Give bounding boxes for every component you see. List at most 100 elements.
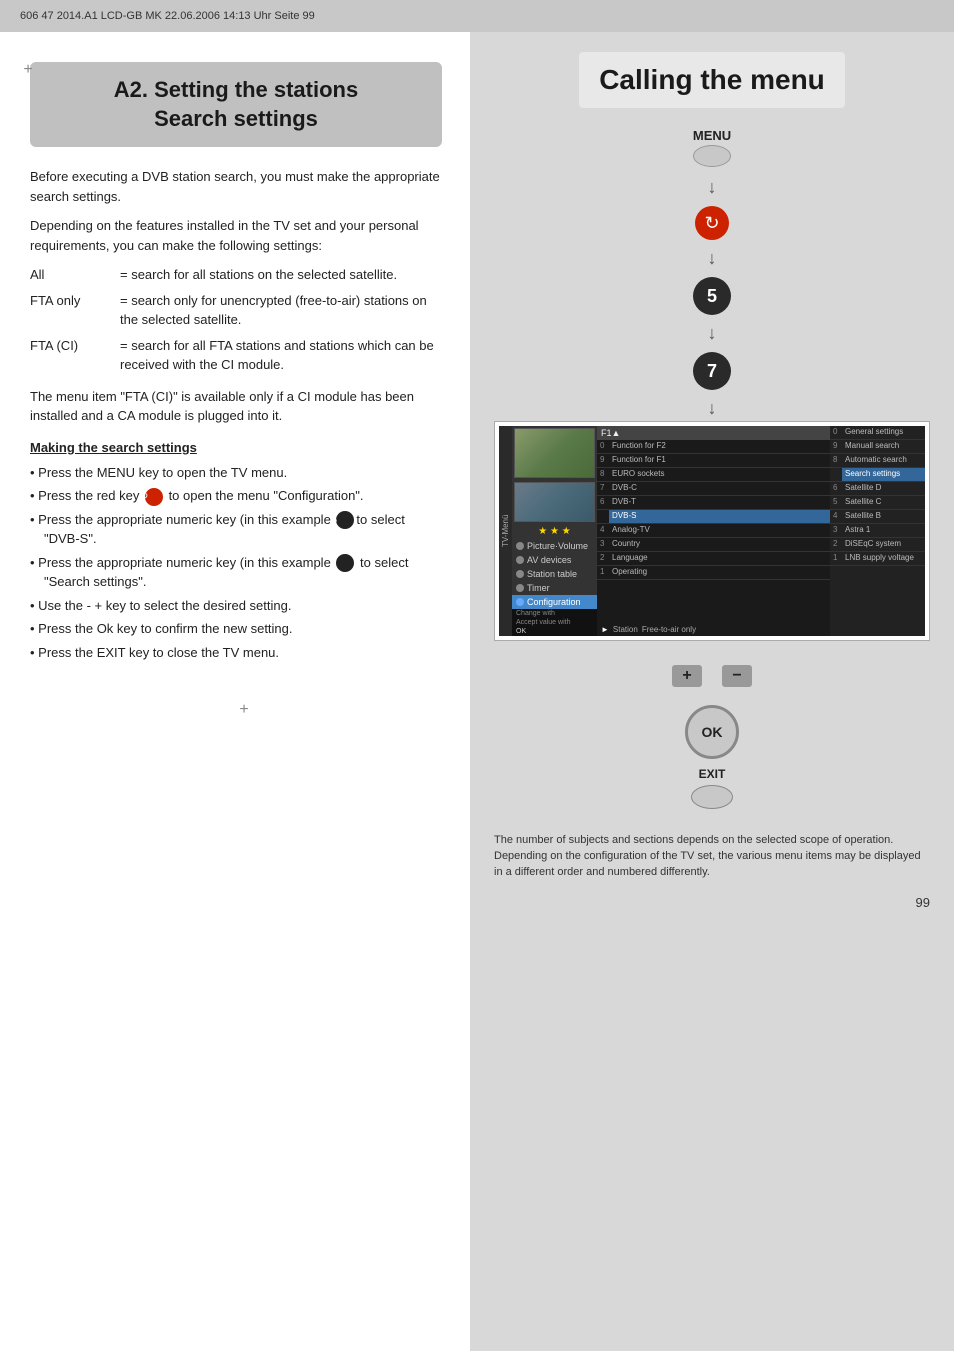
tv-sidebar-label-1: Picture·Volume — [527, 541, 588, 551]
tv-row-7: 7DVB-C — [597, 482, 830, 496]
ok-button[interactable]: OK — [685, 705, 739, 759]
tv-sidebar-av: AV devices — [512, 553, 597, 567]
instruction-bullets: Press the MENU key to open the TV menu. … — [30, 463, 442, 663]
tv-sidebar-items: Picture·Volume AV devices Station table — [512, 539, 597, 609]
page-number: 99 — [494, 895, 930, 910]
arrow-down-1: ↓ — [708, 177, 717, 198]
red-return-button[interactable]: ↻ — [695, 206, 729, 240]
arrow-down-3: ↓ — [708, 323, 717, 344]
tv-right-row-2: 2DiSEqC system — [830, 538, 925, 552]
footnote: The number of subjects and sections depe… — [494, 833, 930, 881]
def-desc-all: = search for all stations on the selecte… — [120, 265, 442, 285]
def-term-all: All — [30, 265, 120, 285]
tv-row-dvbs: DVB-S — [597, 510, 830, 524]
def-all: All = search for all stations on the sel… — [30, 265, 442, 285]
bullet-7: Press the EXIT key to close the TV menu. — [30, 643, 442, 663]
tv-row-6: 6DVB-T — [597, 496, 830, 510]
left-column: A2. Setting the stations Search settings… — [0, 32, 470, 1351]
header-text: 606 47 2014.A1 LCD-GB MK 22.06.2006 14:1… — [20, 10, 315, 22]
tv-footer-text2: Free-to-air only — [642, 625, 696, 634]
def-fta-only: FTA only = search only for unencrypted (… — [30, 291, 442, 330]
tv-menu-screenshot: TV-Menü ★ ★ ★ Picture·Volume — [494, 421, 930, 641]
menu-button-label: MENU — [693, 128, 731, 143]
def-term-fta-ci: FTA (CI) — [30, 336, 120, 356]
step5-button[interactable]: 5 — [693, 277, 731, 315]
tv-row-3: 3Country — [597, 538, 830, 552]
minus-button[interactable]: − — [722, 665, 752, 687]
tv-left-section: TV-Menü ★ ★ ★ Picture·Volume — [499, 426, 597, 636]
step7-button[interactable]: 7 — [693, 352, 731, 390]
tv-accept-row: Accept value with — [512, 618, 597, 627]
bullet-6: Press the Ok key to confirm the new sett… — [30, 619, 442, 639]
crosshair-tl — [20, 62, 36, 78]
tv-image-top — [514, 428, 595, 478]
arrow-down-2: ↓ — [708, 248, 717, 269]
intro-para1: Before executing a DVB station search, y… — [30, 167, 442, 206]
tv-footer-arrow: ► — [601, 625, 609, 634]
arrow-down-4: ↓ — [708, 398, 717, 419]
tv-ok-small: OK — [512, 627, 597, 636]
bullet-4: Press the appropriate numeric key (in th… — [30, 553, 442, 592]
tv-row-4: 4Analog-TV — [597, 524, 830, 538]
tv-sidebar-timer: Timer — [512, 581, 597, 595]
tv-sidebar-picture: Picture·Volume — [512, 539, 597, 553]
tv-right-row-search: Search settings — [830, 468, 925, 482]
tv-sidebar-label-5: Configuration — [527, 597, 581, 607]
calling-the-menu-title: Calling the menu — [579, 52, 845, 108]
tv-footer-text: Station — [613, 625, 638, 634]
crosshair-bottom — [236, 702, 252, 718]
tv-footer: ► Station Free-to-air only — [597, 623, 830, 636]
exit-button[interactable] — [691, 785, 733, 809]
num5-icon-inline: 5 — [336, 511, 354, 529]
num7-icon-inline: 7 — [336, 554, 354, 572]
plusminus-row: + − — [672, 665, 752, 687]
tv-right-row-8: 8Automatic search — [830, 454, 925, 468]
tv-right-row-0: 0General settings — [830, 426, 925, 440]
tv-sidebar-icon-4 — [516, 584, 524, 592]
bullet-2: Press the red key ↻ to open the menu "Co… — [30, 486, 442, 506]
tv-right-row-1: 1LNB supply voltage — [830, 552, 925, 566]
bullet-3: Press the appropriate numeric key (in th… — [30, 510, 442, 549]
plus-button[interactable]: + — [672, 665, 702, 687]
tv-image-bottom — [514, 482, 595, 522]
making-search-heading: Making the search settings — [30, 440, 442, 455]
bullet-5: Use the - + key to select the desired se… — [30, 596, 442, 616]
tv-top-bar: F1▲ — [597, 426, 830, 440]
tv-row-0: 0Function for F2 — [597, 440, 830, 454]
page-header: 606 47 2014.A1 LCD-GB MK 22.06.2006 14:1… — [0, 0, 954, 32]
tv-sidebar-config: Configuration — [512, 595, 597, 609]
menu-button[interactable] — [693, 145, 731, 167]
tv-right-row-4: 4Satellite B — [830, 510, 925, 524]
tv-right-row-9: 9Manuall search — [830, 440, 925, 454]
bullet-1: Press the MENU key to open the TV menu. — [30, 463, 442, 483]
tv-center-rows: 0Function for F2 9Function for F1 8EURO … — [597, 440, 830, 623]
tv-left-panel: ★ ★ ★ Picture·Volume AV devices — [512, 426, 597, 636]
tv-top-bar-label: F1▲ — [601, 428, 620, 438]
tv-row-2: 2Language — [597, 552, 830, 566]
tv-menu-vertical-label: TV-Menü — [499, 426, 512, 636]
exit-label: EXIT — [699, 767, 726, 781]
def-fta-ci: FTA (CI) = search for all FTA stations a… — [30, 336, 442, 375]
tv-row-9: 9Function for F1 — [597, 454, 830, 468]
tv-right-row-5: 5Satellite C — [830, 496, 925, 510]
section-title-box: A2. Setting the stations Search settings — [30, 62, 442, 147]
tv-change-row: Change with — [512, 609, 597, 618]
tv-sidebar-station: Station table — [512, 567, 597, 581]
red-key-icon: ↻ — [145, 488, 163, 506]
tv-sidebar-label-2: AV devices — [527, 555, 571, 565]
tv-sidebar-icon-1 — [516, 542, 524, 550]
tv-center-panel: F1▲ 0Function for F2 9Function for F1 8E… — [597, 426, 830, 636]
tv-sidebar-icon-3 — [516, 570, 524, 578]
def-term-fta-only: FTA only — [30, 291, 120, 311]
intro-para2: Depending on the features installed in t… — [30, 216, 442, 255]
ci-note: The menu item "FTA (CI)" is available on… — [30, 387, 442, 426]
tv-right-row-3: 3Astra 1 — [830, 524, 925, 538]
tv-sidebar-label-3: Station table — [527, 569, 577, 579]
def-desc-fta-only: = search only for unencrypted (free-to-a… — [120, 291, 442, 330]
def-desc-fta-ci: = search for all FTA stations and statio… — [120, 336, 442, 375]
tv-right-panel: 0General settings 9Manuall search 8Autom… — [830, 426, 925, 636]
tv-row-1: 1Operating — [597, 566, 830, 580]
tv-sidebar-icon-5 — [516, 598, 524, 606]
tv-sidebar-label-4: Timer — [527, 583, 550, 593]
section-title: A2. Setting the stations Search settings — [50, 76, 422, 133]
